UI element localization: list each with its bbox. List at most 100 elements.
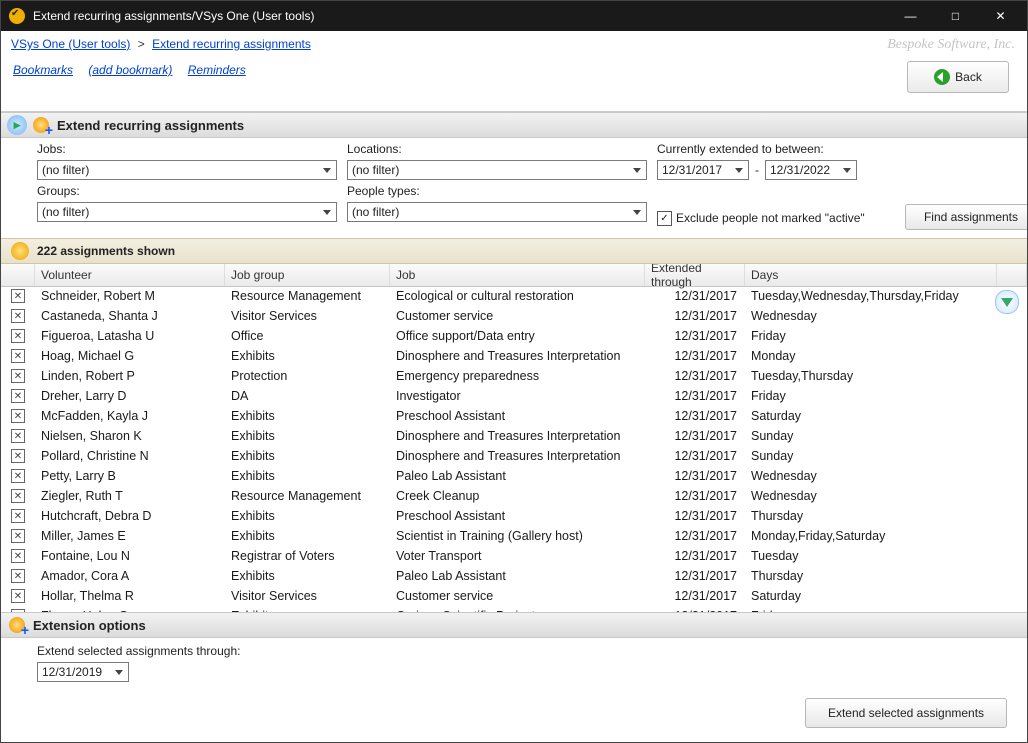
find-label: Find assignments [924, 210, 1018, 224]
add-bookmark-link[interactable]: (add bookmark) [88, 63, 172, 77]
row-checkbox[interactable]: ✕ [1, 589, 35, 603]
row-checkbox[interactable]: ✕ [1, 549, 35, 563]
cell-extended: 12/31/2017 [645, 309, 745, 323]
cell-days: Monday [745, 349, 1027, 363]
breadcrumb-root[interactable]: VSys One (User tools) [11, 37, 130, 51]
checkbox-icon: ✕ [11, 389, 25, 403]
table-row[interactable]: ✕Petty, Larry BExhibitsPaleo Lab Assista… [1, 466, 1027, 486]
extension-options-title: Extension options [33, 618, 146, 633]
table-row[interactable]: ✕Linden, Robert PProtectionEmergency pre… [1, 366, 1027, 386]
cell-volunteer: Ziegler, Ruth T [35, 489, 225, 503]
cell-extended: 12/31/2017 [645, 429, 745, 443]
locations-combo[interactable]: (no filter) [347, 160, 647, 180]
row-checkbox[interactable]: ✕ [1, 429, 35, 443]
extension-options-header: Extension options [1, 612, 1027, 638]
row-checkbox[interactable]: ✕ [1, 569, 35, 583]
row-checkbox[interactable]: ✕ [1, 509, 35, 523]
people-combo[interactable]: (no filter) [347, 202, 647, 222]
maximize-button[interactable]: □ [933, 1, 978, 31]
bookmarks-link[interactable]: Bookmarks [13, 63, 73, 77]
row-checkbox[interactable]: ✕ [1, 389, 35, 403]
th-job[interactable]: Job [390, 264, 645, 286]
cell-extended: 12/31/2017 [645, 349, 745, 363]
row-checkbox[interactable]: ✕ [1, 369, 35, 383]
cell-job: Dinosphere and Treasures Interpretation [390, 449, 645, 463]
reminders-link[interactable]: Reminders [188, 63, 246, 77]
table-row[interactable]: ✕Ziegler, Ruth TResource ManagementCreek… [1, 486, 1027, 506]
th-checkbox[interactable] [1, 264, 35, 286]
table-row[interactable]: ✕Schneider, Robert MResource ManagementE… [1, 286, 1027, 306]
cell-job: Dinosphere and Treasures Interpretation [390, 429, 645, 443]
jobs-value: (no filter) [42, 163, 89, 177]
back-label: Back [955, 70, 982, 84]
table-row[interactable]: ✕Miller, James EExhibitsScientist in Tra… [1, 526, 1027, 546]
cell-job-group: Exhibits [225, 349, 390, 363]
table-body[interactable]: ✕Schneider, Robert MResource ManagementE… [1, 286, 1027, 612]
jobs-combo[interactable]: (no filter) [37, 160, 337, 180]
cell-extended: 12/31/2017 [645, 529, 745, 543]
date-sep: - [755, 163, 759, 177]
row-checkbox[interactable]: ✕ [1, 609, 35, 612]
exclude-active-checkbox[interactable]: ✓ Exclude people not marked "active" [657, 211, 865, 226]
chevron-down-icon [840, 163, 854, 177]
table-row[interactable]: ✕Nielsen, Sharon KExhibitsDinosphere and… [1, 426, 1027, 446]
filter-funnel-icon[interactable] [995, 290, 1019, 314]
cell-job-group: Exhibits [225, 509, 390, 523]
table-row[interactable]: ✕Hoag, Michael GExhibitsDinosphere and T… [1, 346, 1027, 366]
table-row[interactable]: ✕Flores, Helen GExhibitsCurious Scientif… [1, 606, 1027, 612]
th-days[interactable]: Days [745, 264, 997, 286]
cell-job: Creek Cleanup [390, 489, 645, 503]
chevron-down-icon [320, 205, 334, 219]
th-volunteer[interactable]: Volunteer [35, 264, 225, 286]
row-checkbox[interactable]: ✕ [1, 529, 35, 543]
date-to-combo[interactable]: 12/31/2022 [765, 160, 857, 180]
cell-job-group: Exhibits [225, 529, 390, 543]
assignments-icon [31, 115, 51, 135]
row-checkbox[interactable]: ✕ [1, 489, 35, 503]
nav-play-icon[interactable]: ▸ [7, 115, 27, 135]
cell-extended: 12/31/2017 [645, 569, 745, 583]
extend-selected-button[interactable]: Extend selected assignments [805, 698, 1007, 728]
back-button[interactable]: Back [907, 61, 1009, 93]
table-row[interactable]: ✕Hollar, Thelma RVisitor ServicesCustome… [1, 586, 1027, 606]
cell-job: Office support/Data entry [390, 329, 645, 343]
results-count-bar: 222 assignments shown [1, 238, 1027, 264]
row-checkbox[interactable]: ✕ [1, 309, 35, 323]
cell-job: Investigator [390, 389, 645, 403]
table-row[interactable]: ✕McFadden, Kayla JExhibitsPreschool Assi… [1, 406, 1027, 426]
row-checkbox[interactable]: ✕ [1, 289, 35, 303]
checkbox-icon: ✕ [11, 529, 25, 543]
row-checkbox[interactable]: ✕ [1, 409, 35, 423]
checkbox-icon: ✕ [11, 369, 25, 383]
groups-combo[interactable]: (no filter) [37, 202, 337, 222]
cell-days: Friday [745, 609, 1027, 612]
extended-label: Currently extended to between: [657, 142, 1028, 156]
row-checkbox[interactable]: ✕ [1, 329, 35, 343]
cell-volunteer: Castaneda, Shanta J [35, 309, 225, 323]
table-row[interactable]: ✕Castaneda, Shanta JVisitor ServicesCust… [1, 306, 1027, 326]
table-row[interactable]: ✕Fontaine, Lou NRegistrar of VotersVoter… [1, 546, 1027, 566]
cell-volunteer: Miller, James E [35, 529, 225, 543]
th-job-group[interactable]: Job group [225, 264, 390, 286]
table-row[interactable]: ✕Hutchcraft, Debra DExhibitsPreschool As… [1, 506, 1027, 526]
brand-watermark: Bespoke Software, Inc. [887, 37, 1015, 53]
cell-job: Customer service [390, 309, 645, 323]
date-from-combo[interactable]: 12/31/2017 [657, 160, 749, 180]
groups-label: Groups: [37, 184, 337, 198]
close-button[interactable]: ✕ [978, 1, 1023, 31]
cell-extended: 12/31/2017 [645, 489, 745, 503]
table-row[interactable]: ✕Pollard, Christine NExhibitsDinosphere … [1, 446, 1027, 466]
row-checkbox[interactable]: ✕ [1, 449, 35, 463]
cell-volunteer: Schneider, Robert M [35, 289, 225, 303]
find-assignments-button[interactable]: Find assignments [905, 204, 1028, 230]
extend-through-date[interactable]: 12/31/2019 [37, 662, 129, 682]
table-row[interactable]: ✕Amador, Cora AExhibitsPaleo Lab Assista… [1, 566, 1027, 586]
breadcrumb-current[interactable]: Extend recurring assignments [152, 37, 311, 51]
row-checkbox[interactable]: ✕ [1, 349, 35, 363]
top-strip: VSys One (User tools) > Extend recurring… [1, 31, 1027, 112]
row-checkbox[interactable]: ✕ [1, 469, 35, 483]
th-extended[interactable]: Extended through [645, 264, 745, 286]
table-row[interactable]: ✕Figueroa, Latasha UOfficeOffice support… [1, 326, 1027, 346]
table-row[interactable]: ✕Dreher, Larry DDAInvestigator12/31/2017… [1, 386, 1027, 406]
minimize-button[interactable]: — [888, 1, 933, 31]
